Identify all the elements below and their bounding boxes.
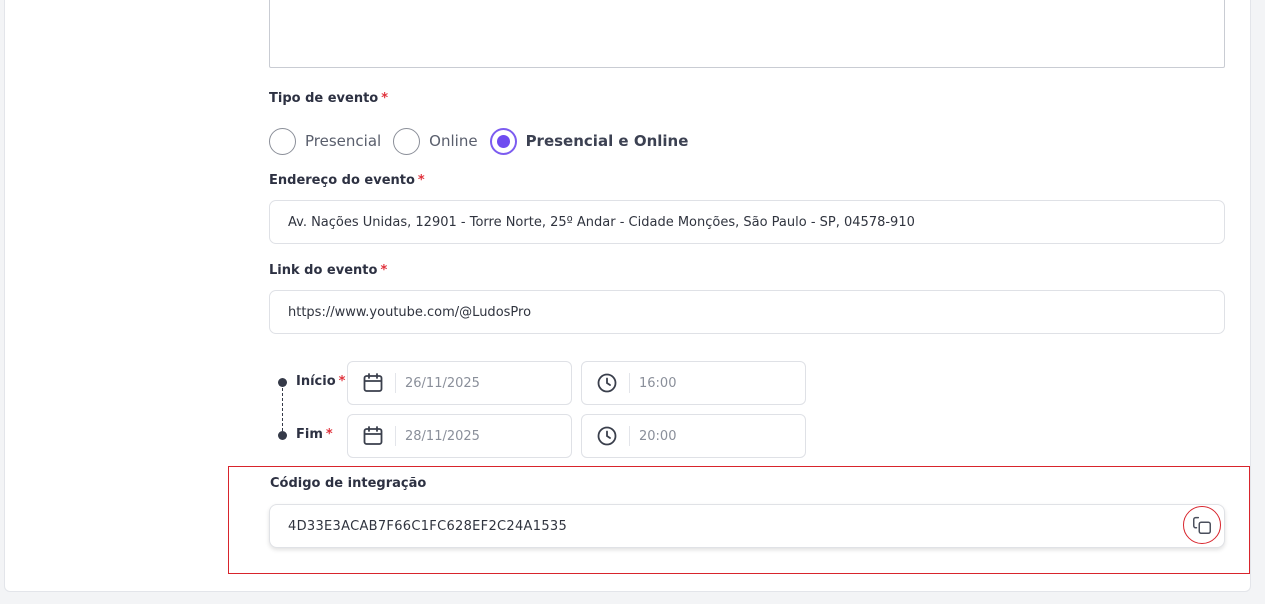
copy-button[interactable] (1183, 506, 1221, 544)
description-textarea[interactable] (269, 0, 1225, 68)
link-label: Link do evento * (269, 263, 388, 278)
required-mark: * (338, 374, 346, 389)
timeline-connector (282, 388, 283, 431)
start-time-input[interactable]: 16:00 (581, 361, 806, 405)
address-input[interactable]: Av. Nações Unidas, 12901 - Torre Norte, … (269, 200, 1225, 244)
end-label: Fim * (296, 427, 333, 442)
radio-button-selected[interactable] (489, 127, 517, 155)
required-mark: * (417, 173, 425, 188)
radio-option-presencial-e-online[interactable]: Presencial e Online (489, 127, 689, 155)
divider (629, 426, 630, 446)
radio-button[interactable] (393, 127, 421, 155)
radio-label: Online (429, 132, 478, 150)
divider (395, 373, 396, 393)
radio-label: Presencial e Online (525, 132, 689, 150)
integration-code-field[interactable]: 4D33E3ACAB7F66C1FC628EF2C24A1535 (269, 504, 1225, 548)
end-time-input[interactable]: 20:00 (581, 414, 806, 458)
start-label: Início * (296, 374, 346, 389)
calendar-icon (363, 426, 383, 445)
copy-icon (1193, 516, 1211, 534)
timeline-end-dot (278, 431, 287, 440)
required-mark: * (381, 91, 389, 106)
divider (395, 426, 396, 446)
clock-icon (597, 373, 617, 393)
integration-code-label: Código de integração (270, 476, 427, 491)
required-mark: * (325, 427, 333, 442)
start-date-input[interactable]: 26/11/2025 (347, 361, 572, 405)
event-type-radio-group: Presencial Online Presencial e Online (269, 127, 700, 155)
end-date-input[interactable]: 28/11/2025 (347, 414, 572, 458)
timeline-start-dot (278, 378, 287, 387)
divider (629, 373, 630, 393)
radio-label: Presencial (305, 132, 382, 150)
radio-option-presencial[interactable]: Presencial (269, 127, 382, 155)
radio-option-online[interactable]: Online (393, 127, 478, 155)
event-type-label: Tipo de evento * (269, 91, 389, 106)
end-time-value: 20:00 (639, 428, 677, 444)
end-date-value: 28/11/2025 (405, 428, 480, 444)
clock-icon (597, 426, 617, 446)
calendar-icon (363, 373, 383, 392)
start-time-value: 16:00 (639, 375, 677, 391)
address-label: Endereço do evento * (269, 173, 425, 188)
start-date-value: 26/11/2025 (405, 375, 480, 391)
radio-button[interactable] (269, 127, 296, 155)
required-mark: * (380, 263, 388, 278)
link-input[interactable]: https://www.youtube.com/@LudosPro (269, 290, 1225, 334)
